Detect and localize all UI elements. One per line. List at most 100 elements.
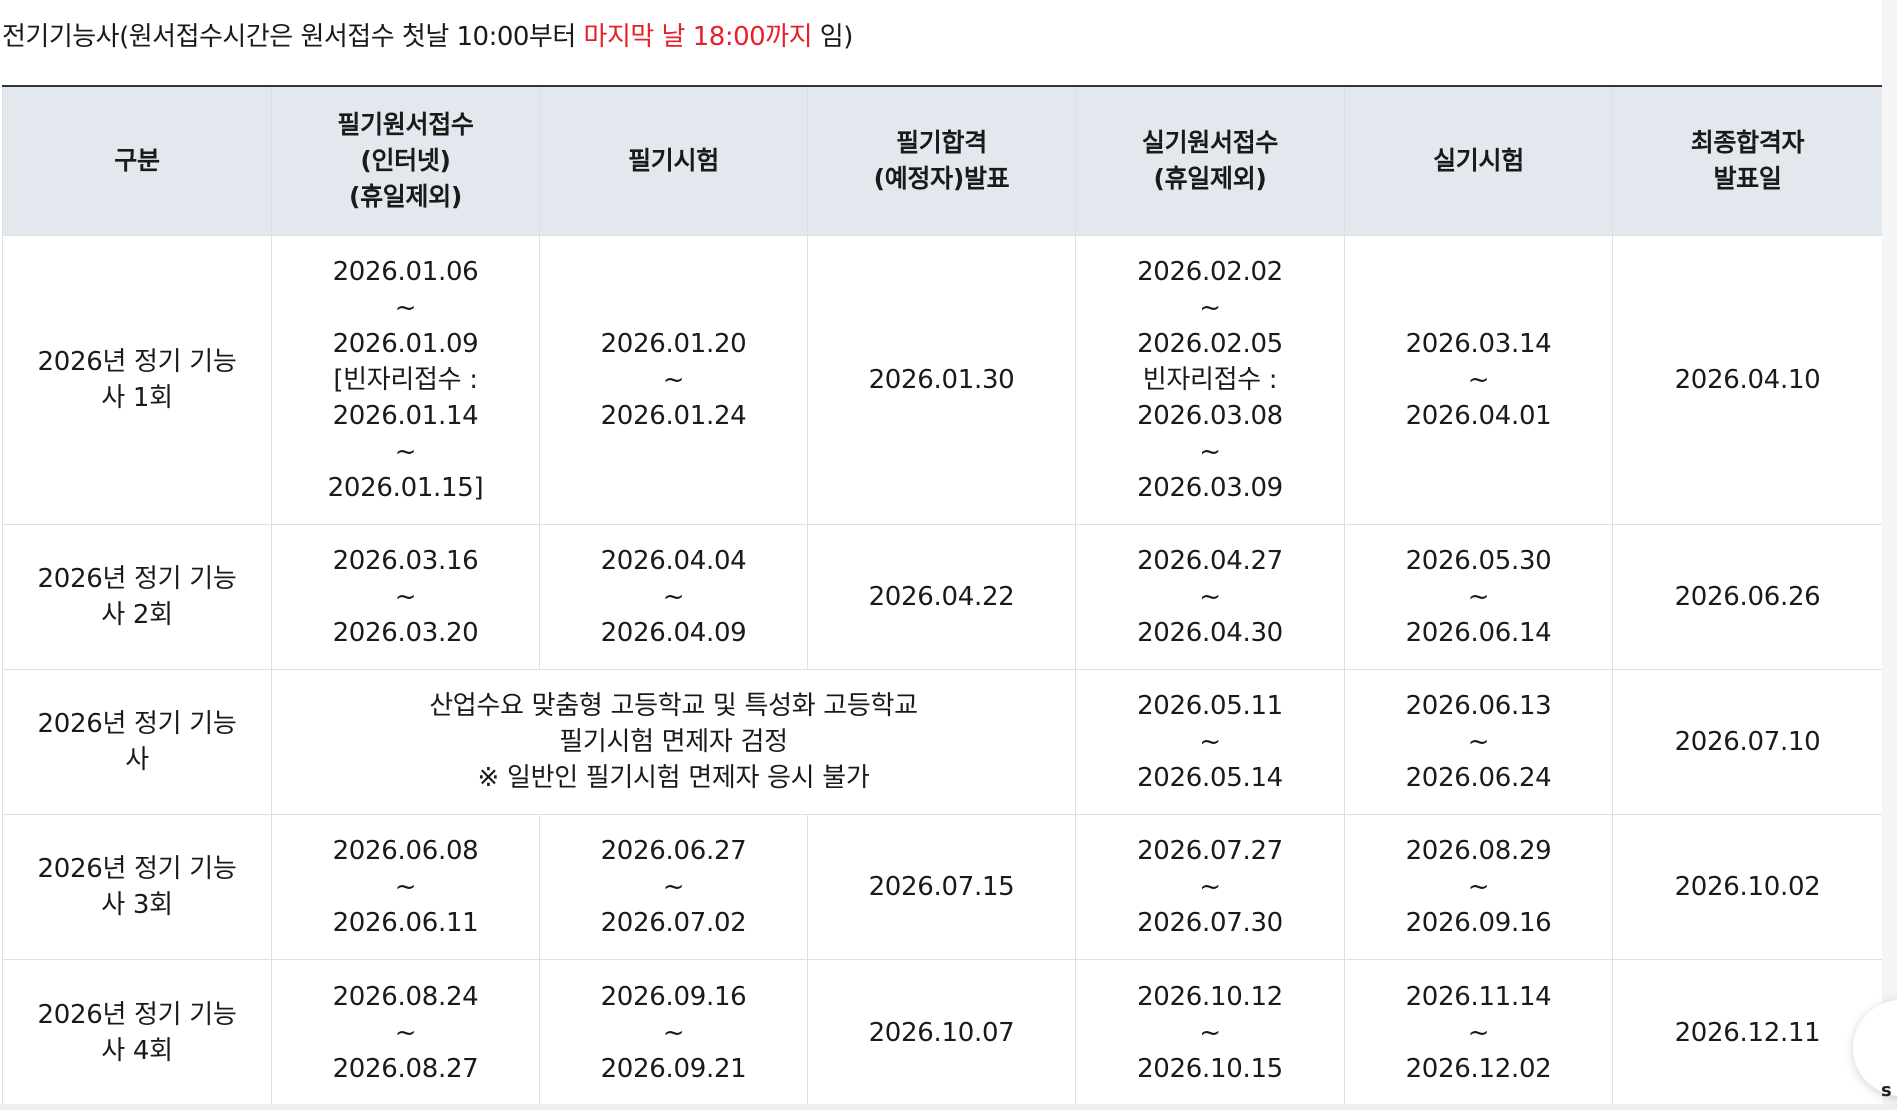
heading-highlight: 마지막 날 18:00까지	[583, 22, 813, 52]
written-result-cell: 2026.04.22	[807, 524, 1076, 670]
row-label: 2026년 정기 기능 사 3회	[2, 814, 272, 960]
written-apply-cell: 2026.06.08 ~2026.06.11	[271, 814, 540, 960]
cell-line: 2026.01.09	[332, 329, 479, 359]
cell-line: 2026.03.16	[332, 546, 479, 576]
cell-line: 2026.04.10	[1674, 365, 1821, 395]
cell-line: 2026.01.30	[868, 365, 1015, 395]
cell-line: 2026.12.02	[1405, 1054, 1552, 1084]
cell-line: 2026.06.14	[1405, 618, 1552, 648]
cell-line: ~	[394, 582, 417, 612]
cell-line: 2026.03.20	[332, 618, 479, 648]
cell-line: 2026.01.15]	[327, 473, 484, 503]
cell-line: 2026.05.11	[1137, 691, 1283, 721]
cell-line: 산업수요 맞춤형 고등학교 및 특성화 고등학교	[429, 691, 918, 721]
cell-line: (예정자)발표	[873, 164, 1010, 193]
cell-line: 2026.01.20	[600, 329, 747, 359]
cell-line: ~	[1199, 293, 1221, 323]
cell-line: 2026.07.02	[600, 908, 747, 938]
table-row: 2026년 정기 기능 사 3회 2026.06.08 ~2026.06.11 20…	[2, 814, 1883, 960]
cell-line: 2026.10.12	[1137, 982, 1283, 1012]
cell-line: ~	[394, 872, 417, 902]
practical-apply-cell: 2026.02.02 ~2026.02.05 빈자리접수 : 2026.03.08 ~2…	[1075, 235, 1345, 525]
row-label: 2026년 정기 기능 사 2회	[2, 524, 272, 670]
header-written-exam: 필기시험	[539, 85, 808, 236]
written-apply-cell: 2026.03.16 ~2026.03.20	[271, 524, 540, 670]
cell-line: 2026.08.27	[332, 1054, 479, 1084]
practical-apply-cell: 2026.07.27 ~2026.07.30	[1075, 814, 1345, 960]
header-written-apply: 필기원서접수 (인터넷) (휴일제외)	[271, 85, 540, 236]
row-label: 2026년 정기 기능사 1회	[2, 235, 272, 525]
cell-line: 2026.09.16	[600, 982, 747, 1012]
cell-line: 2026.03.09	[1137, 473, 1283, 503]
table-row: 2026년 정기 기능사 산업수요 맞춤형 고등학교 및 특성화 고등학교필기시…	[2, 669, 1883, 815]
practical-apply-cell: 2026.10.12 ~2026.10.15	[1075, 959, 1345, 1107]
header-practical-apply: 실기원서접수 (휴일제외)	[1075, 85, 1345, 236]
cell-line: 2026.10.15	[1137, 1054, 1283, 1084]
cell-line: 2026.06.11	[332, 908, 479, 938]
cell-line: 사	[125, 745, 149, 775]
cell-line: 2026.06.24	[1405, 763, 1552, 793]
cell-line: 2026.08.29	[1405, 836, 1552, 866]
written-apply-cell: 2026.08.24 ~2026.08.27	[271, 959, 540, 1107]
cell-line: 2026.01.06	[332, 257, 479, 287]
cell-line: 2026.05.14	[1137, 763, 1283, 793]
cell-line: 2026.06.08	[332, 836, 479, 866]
cell-line: 실기원서접수	[1141, 128, 1279, 157]
practical-exam-cell: 2026.05.30 ~2026.06.14	[1344, 524, 1613, 670]
cell-line: 2026.02.05	[1137, 329, 1283, 359]
cell-line: 사 1회	[101, 383, 173, 413]
floating-button-glyph: s	[1881, 1080, 1892, 1101]
final-result-cell: 2026.07.10	[1612, 669, 1883, 815]
practical-exam-cell: 2026.11.14 ~2026.12.02	[1344, 959, 1613, 1107]
cell-line: 필기시험	[628, 146, 719, 175]
cell-line: 사 4회	[101, 1036, 173, 1066]
cell-line: 2026.01.24	[600, 401, 747, 431]
cell-line: 2026.07.10	[1674, 727, 1821, 757]
cell-line: 2026.05.30	[1405, 546, 1552, 576]
practical-exam-cell: 2026.08.29 ~2026.09.16	[1344, 814, 1613, 960]
cell-line: (휴일제외)	[348, 182, 463, 211]
table-row: 2026년 정기 기능 사 4회 2026.08.24 ~2026.08.27 20…	[2, 959, 1883, 1107]
cell-line: 2026년 정기 기능	[37, 564, 237, 594]
cell-line: 2026년 정기 기능	[37, 347, 237, 377]
cell-line: 2026.01.14	[332, 401, 479, 431]
header-final-result: 최종합격자 발표일	[1612, 85, 1883, 236]
cell-line: ~	[1199, 1018, 1221, 1048]
cell-line: ~	[394, 293, 417, 323]
cell-line: 2026.04.01	[1405, 401, 1552, 431]
cell-line: 2026.06.27	[600, 836, 747, 866]
header-row: 구분 필기원서접수 (인터넷) (휴일제외) 필기시험 필기합격 (예정자)발표 실기…	[2, 85, 1883, 236]
cell-line: 2026.06.13	[1405, 691, 1552, 721]
row-label: 2026년 정기 기능사	[2, 669, 272, 815]
page: 전기기능사(원서접수시간은 원서접수 첫날 10:00부터 마지막 날 18:0…	[0, 0, 1897, 1110]
cell-line: ~	[1467, 582, 1490, 612]
final-result-cell: 2026.04.10	[1612, 235, 1883, 525]
cell-line: ~	[662, 582, 685, 612]
final-result-cell: 2026.06.26	[1612, 524, 1883, 670]
cell-line: 2026년 정기 기능	[37, 709, 237, 739]
written-apply-cell: 2026.01.06 ~2026.01.09 [빈자리접수 : 2026.01.14 ~…	[271, 235, 540, 525]
cell-line: 2026.10.07	[868, 1018, 1015, 1048]
table-row: 2026년 정기 기능사 1회 2026.01.06 ~2026.01.09 [빈자…	[2, 235, 1883, 525]
schedule-table: 구분 필기원서접수 (인터넷) (휴일제외) 필기시험 필기합격 (예정자)발표 실기…	[2, 85, 1883, 1107]
cell-line: 2026.07.15	[868, 872, 1015, 902]
cell-line: 필기시험 면제자 검정	[559, 727, 788, 757]
heading-suffix: 임)	[812, 22, 854, 52]
cell-line: 2026.10.02	[1674, 872, 1821, 902]
cell-line: ~	[1199, 727, 1221, 757]
cell-line: ~	[1199, 582, 1221, 612]
cell-line: 2026.08.24	[332, 982, 479, 1012]
cell-line: ~	[1199, 872, 1221, 902]
cell-line: (휴일제외)	[1153, 164, 1267, 193]
cell-line: 2026.04.09	[600, 618, 747, 648]
cell-line: [빈자리접수 :	[333, 365, 478, 395]
cell-line: ~	[1467, 365, 1490, 395]
cell-line: ~	[1467, 872, 1490, 902]
cell-line: ~	[394, 1018, 417, 1048]
cell-line: 2026.09.16	[1405, 908, 1552, 938]
header-practical-exam: 실기시험	[1344, 85, 1613, 236]
cell-line: 사 3회	[101, 890, 173, 920]
cell-line: ※ 일반인 필기시험 면제자 응시 불가	[477, 763, 870, 793]
written-exam-cell: 2026.01.20 ~2026.01.24	[539, 235, 808, 525]
cell-line: 2026.12.11	[1674, 1018, 1821, 1048]
